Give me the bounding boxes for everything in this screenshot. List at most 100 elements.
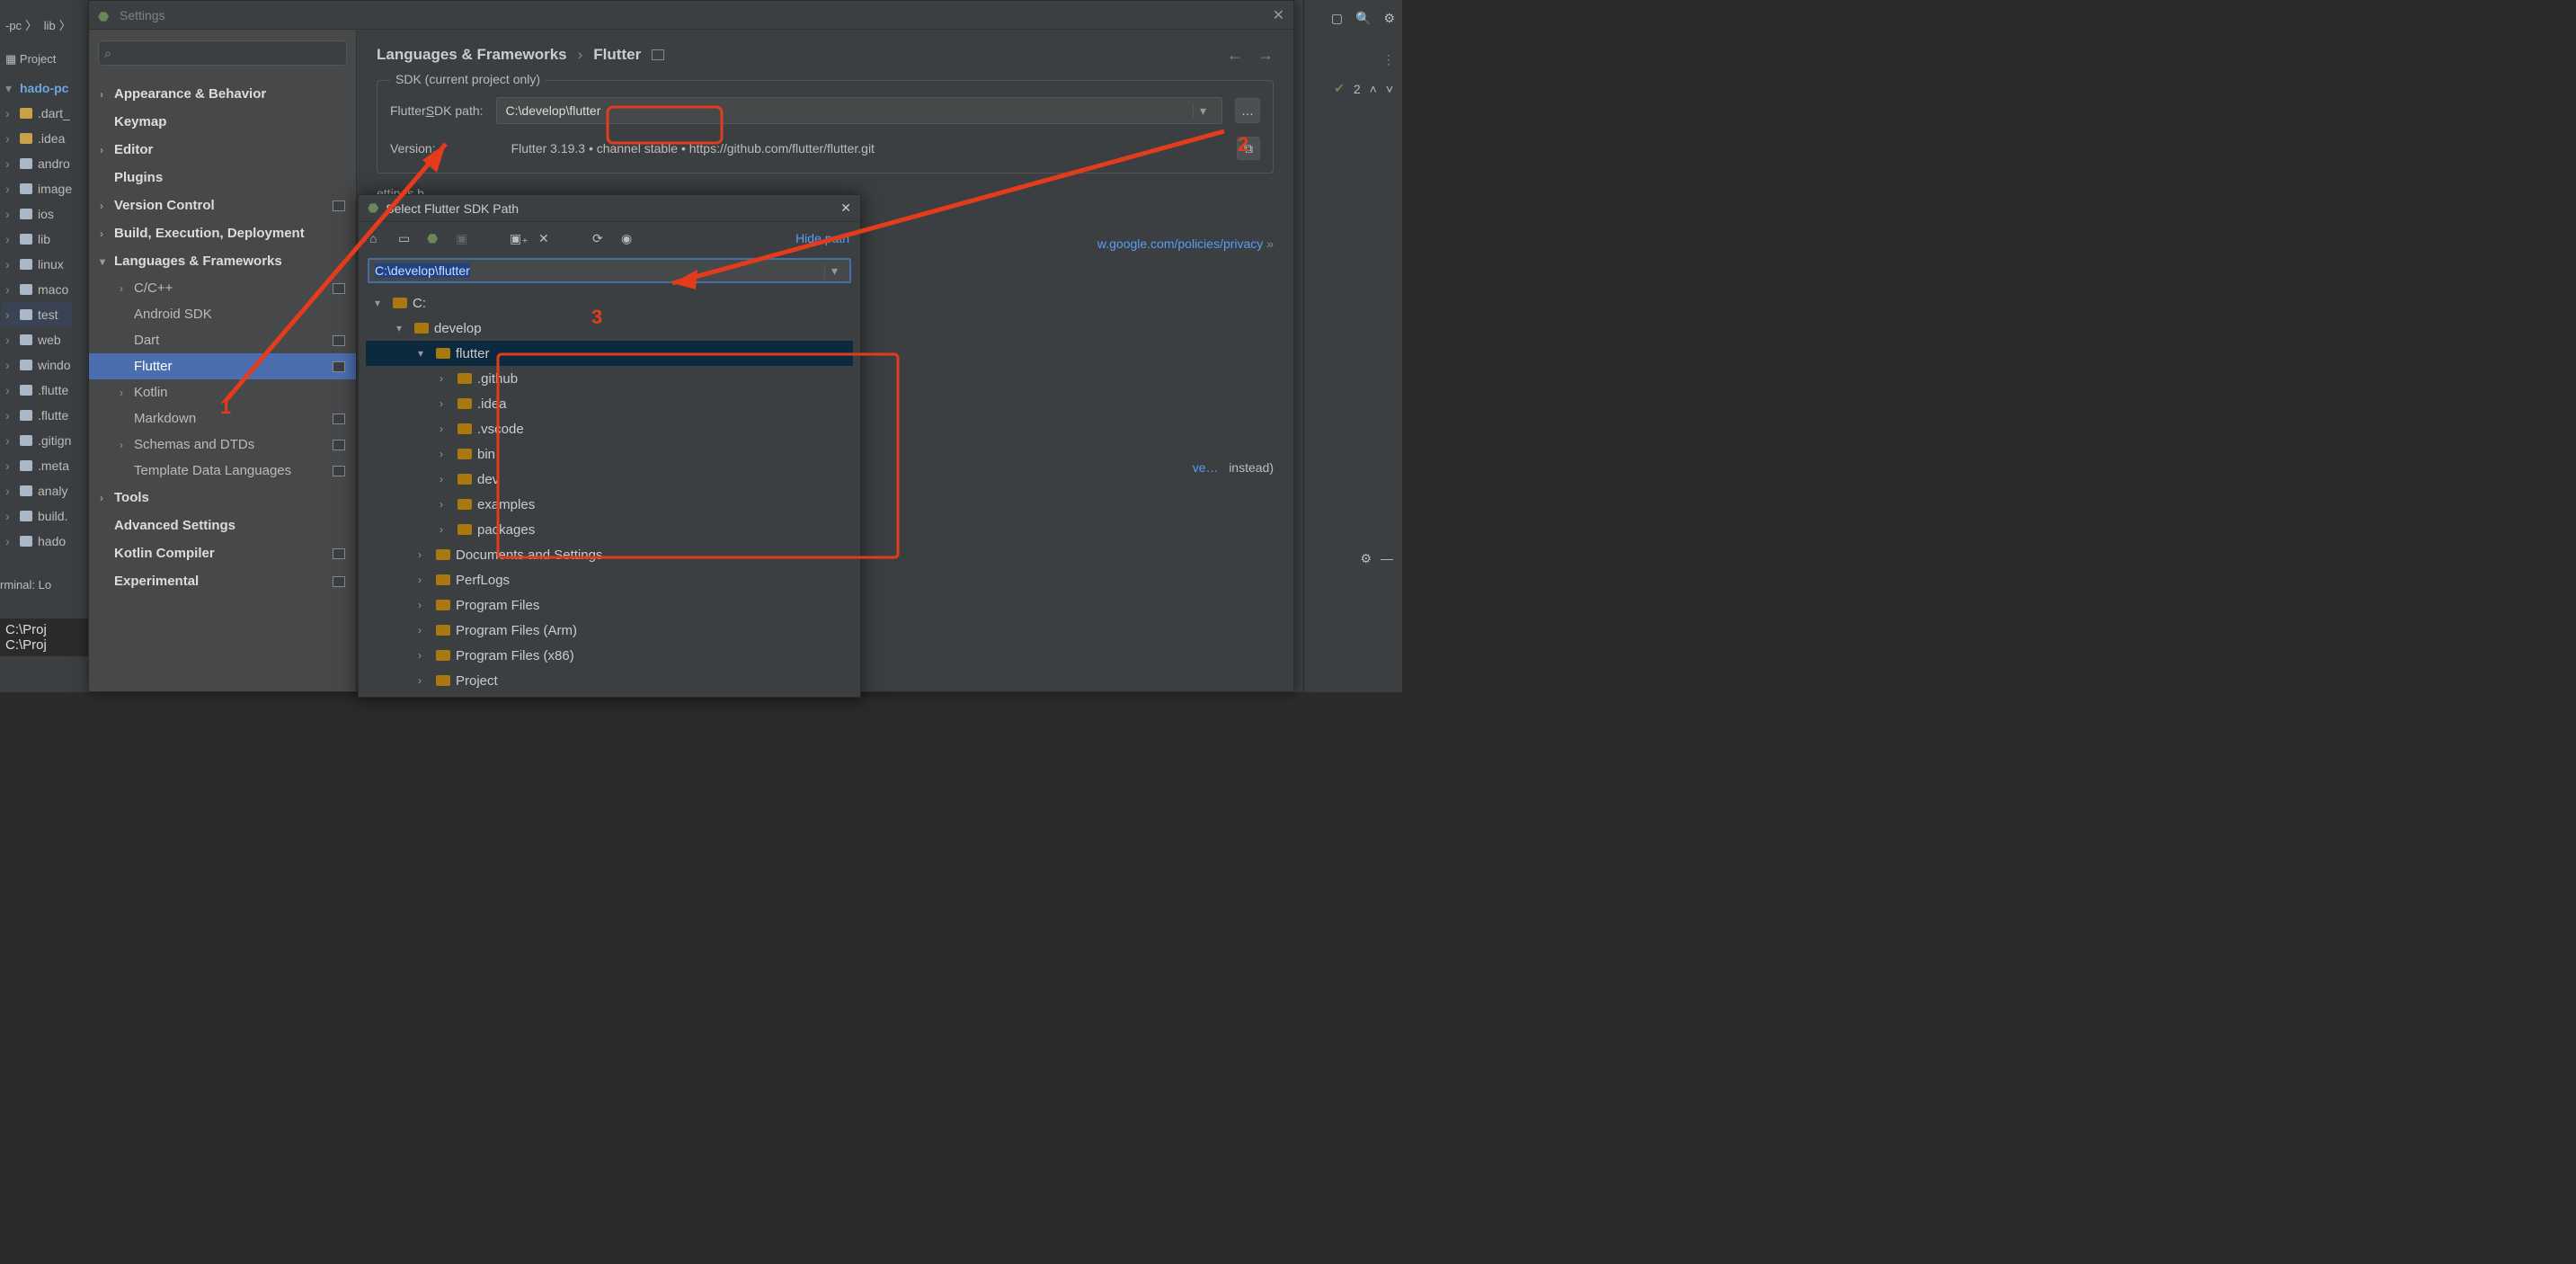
- project-tree-item[interactable]: ›hado: [2, 529, 72, 554]
- settings-nav-item[interactable]: Kotlin Compiler: [89, 539, 356, 567]
- file-tree-item[interactable]: ›PerfLogs: [366, 567, 853, 592]
- file-tree-item[interactable]: ▾develop: [366, 316, 853, 341]
- hide-path-link[interactable]: Hide path: [795, 231, 849, 245]
- gear-icon[interactable]: ⚙: [1360, 551, 1372, 566]
- settings-nav-item[interactable]: Plugins: [89, 164, 356, 191]
- chevron-down-icon[interactable]: ˅: [1386, 82, 1393, 96]
- settings-nav-item[interactable]: Advanced Settings: [89, 512, 356, 539]
- device-icon[interactable]: ▢: [1331, 11, 1343, 26]
- folder-icon: ▣: [456, 231, 470, 245]
- folder-icon: [457, 398, 472, 409]
- search-icon[interactable]: 🔍: [1355, 11, 1371, 26]
- project-tree-item[interactable]: ›.dart_: [2, 101, 72, 126]
- refresh-icon[interactable]: ⟳: [592, 231, 607, 245]
- chevron-down-icon[interactable]: ▾: [824, 263, 844, 279]
- privacy-link[interactable]: w.google.com/policies/privacy: [1097, 236, 1263, 251]
- project-scope-icon: [333, 335, 345, 346]
- settings-nav-item[interactable]: ›Editor: [89, 136, 356, 164]
- terminal-tab[interactable]: rminal: Lo: [0, 578, 51, 592]
- file-tree-item[interactable]: ›examples: [366, 492, 853, 517]
- file-tree-item[interactable]: ›.vscode: [366, 416, 853, 441]
- project-toolwindow-label[interactable]: ▦ Project: [5, 52, 56, 67]
- project-tree-item[interactable]: ›maco: [2, 277, 72, 302]
- android-icon[interactable]: ⬣: [427, 231, 441, 245]
- file-chooser-path-input[interactable]: [375, 263, 824, 278]
- problem-count[interactable]: 2: [1354, 82, 1361, 96]
- settings-search[interactable]: ⌕: [98, 40, 347, 66]
- gear-icon[interactable]: ⚙: [1383, 11, 1395, 26]
- project-tree-item[interactable]: ›test: [2, 302, 72, 327]
- settings-nav-item[interactable]: ›Build, Execution, Deployment: [89, 219, 356, 247]
- chevron-up-icon[interactable]: ˄: [1370, 82, 1377, 96]
- file-tree-item[interactable]: ▾flutter: [366, 341, 853, 366]
- project-tree-item[interactable]: ›ios: [2, 201, 72, 227]
- settings-nav-tree[interactable]: ›Appearance & BehaviorKeymap›EditorPlugi…: [89, 76, 356, 691]
- project-tree[interactable]: ▾hado-pc ›.dart_›.idea›andro›image›ios›l…: [2, 76, 72, 554]
- project-tree-item[interactable]: ›andro: [2, 151, 72, 176]
- file-tree-item[interactable]: ›Program Files (Arm): [366, 618, 853, 643]
- settings-nav-item[interactable]: ›Schemas and DTDs: [89, 432, 356, 458]
- project-tree-item[interactable]: ›analy: [2, 478, 72, 503]
- settings-nav-item[interactable]: Template Data Languages: [89, 458, 356, 484]
- file-tree-item[interactable]: ›dev: [366, 467, 853, 492]
- file-tree-item[interactable]: ›Program Files (x86): [366, 643, 853, 668]
- back-icon[interactable]: ←: [1227, 46, 1243, 65]
- file-tree-item[interactable]: ›packages: [366, 517, 853, 542]
- chevron-down-icon[interactable]: ▾: [1193, 103, 1212, 119]
- settings-nav-item[interactable]: ›Version Control: [89, 191, 356, 219]
- trail-link[interactable]: ve…: [1193, 460, 1219, 475]
- forward-icon[interactable]: →: [1257, 46, 1274, 65]
- browse-button[interactable]: …: [1235, 98, 1260, 123]
- project-tree-item[interactable]: ›.flutte: [2, 403, 72, 428]
- project-tree-item[interactable]: ›.gitign: [2, 428, 72, 453]
- copy-icon[interactable]: ⧉: [1237, 137, 1260, 160]
- project-tree-item[interactable]: ›image: [2, 176, 72, 201]
- check-icon[interactable]: ✔: [1334, 81, 1345, 96]
- settings-nav-item[interactable]: Flutter: [89, 353, 356, 379]
- settings-nav-item[interactable]: Markdown: [89, 405, 356, 432]
- folder-icon: [436, 600, 450, 610]
- file-tree-item[interactable]: ▾C:: [366, 290, 853, 316]
- file-tree-item[interactable]: ›bin: [366, 441, 853, 467]
- close-icon[interactable]: ✕: [840, 200, 851, 216]
- file-tree-item[interactable]: ›Project: [366, 668, 853, 693]
- project-tree-item[interactable]: ›web: [2, 327, 72, 352]
- delete-icon[interactable]: ✕: [538, 231, 553, 245]
- project-scope-icon: [333, 414, 345, 424]
- settings-nav-item[interactable]: Android SDK: [89, 301, 356, 327]
- settings-nav-item[interactable]: ›Kotlin: [89, 379, 356, 405]
- folder-icon: [457, 373, 472, 384]
- file-chooser-tree[interactable]: ▾C:▾develop▾flutter›.github›.idea›.vscod…: [359, 287, 860, 697]
- file-chooser-path[interactable]: ▾: [368, 258, 851, 283]
- project-tree-item[interactable]: ›.idea: [2, 126, 72, 151]
- project-scope-icon: [333, 576, 345, 587]
- project-tree-item[interactable]: ›build.: [2, 503, 72, 529]
- sdk-path-combo[interactable]: C:\develop\flutter ▾: [496, 97, 1222, 124]
- android-icon: ⬣: [368, 200, 378, 216]
- new-folder-icon[interactable]: ▣₊: [510, 231, 524, 245]
- project-tree-item[interactable]: ›.meta: [2, 453, 72, 478]
- project-tree-item[interactable]: ›windo: [2, 352, 72, 378]
- close-icon[interactable]: ✕: [1273, 6, 1284, 24]
- project-tree-item[interactable]: ›linux: [2, 252, 72, 277]
- settings-search-input[interactable]: [113, 47, 341, 60]
- settings-nav-item[interactable]: ▾Languages & Frameworks: [89, 247, 356, 275]
- home-icon[interactable]: ⌂: [369, 231, 384, 245]
- settings-nav-item[interactable]: ›Appearance & Behavior: [89, 80, 356, 108]
- settings-nav-item[interactable]: Keymap: [89, 108, 356, 136]
- folder-icon: [457, 449, 472, 459]
- file-tree-item[interactable]: ›Documents and Settings: [366, 542, 853, 567]
- settings-nav-item[interactable]: Dart: [89, 327, 356, 353]
- overflow-icon[interactable]: ⋮: [1382, 52, 1395, 67]
- project-tree-item[interactable]: ›lib: [2, 227, 72, 252]
- file-tree-item[interactable]: ›.github: [366, 366, 853, 391]
- project-tree-item[interactable]: ›.flutte: [2, 378, 72, 403]
- desktop-icon[interactable]: ▭: [398, 231, 413, 245]
- file-tree-item[interactable]: ›Program Files: [366, 592, 853, 618]
- settings-nav-item[interactable]: ›C/C++: [89, 275, 356, 301]
- settings-nav-item[interactable]: Experimental: [89, 567, 356, 595]
- settings-nav-item[interactable]: ›Tools: [89, 484, 356, 512]
- minimize-icon[interactable]: —: [1381, 551, 1393, 566]
- file-tree-item[interactable]: ›.idea: [366, 391, 853, 416]
- show-hidden-icon[interactable]: ◉: [621, 231, 635, 245]
